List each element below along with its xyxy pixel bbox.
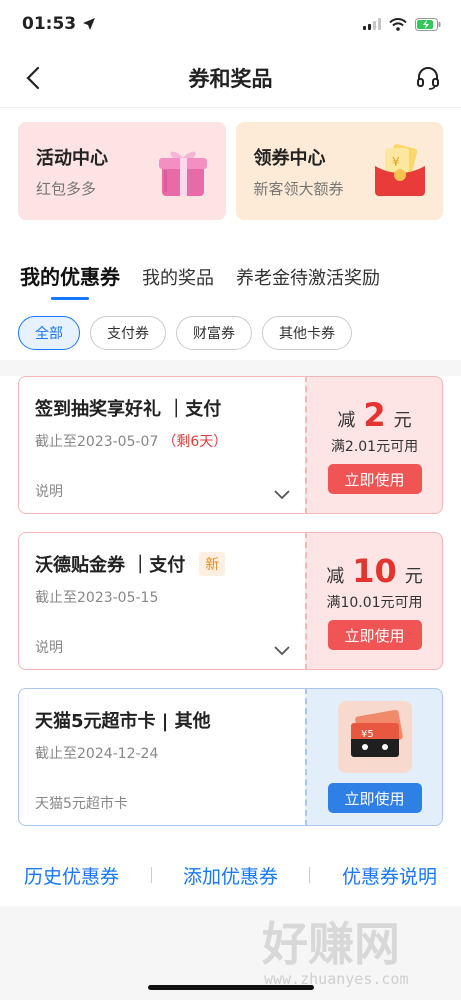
- status-bar: 01:53: [0, 0, 461, 48]
- page-title: 券和奖品: [188, 66, 273, 91]
- home-indicator: [148, 985, 314, 990]
- use-now-button[interactable]: 立即使用: [327, 464, 422, 494]
- use-now-button[interactable]: 立即使用: [327, 783, 422, 813]
- status-icons: [363, 17, 441, 31]
- coupon-expiry: 截止至2024-12-24: [35, 743, 305, 763]
- coupon-condition: 满10.01元可用: [326, 595, 423, 611]
- tab-bar: 我的优惠券 我的奖品 养老金待激活奖励: [0, 220, 461, 300]
- coupon-description-link[interactable]: 说明: [35, 637, 63, 657]
- signal-icon: [363, 18, 381, 30]
- add-coupon-link[interactable]: 添加优惠券: [183, 862, 278, 889]
- coupon-center-card[interactable]: 领券中心 新客领大额券 ¥: [235, 122, 443, 220]
- coupon-title-text: 签到抽奖享好礼 ｜支付: [35, 399, 222, 420]
- customer-service-button[interactable]: [413, 63, 443, 93]
- tab-pension-rewards[interactable]: 养老金待激活奖励: [236, 264, 380, 300]
- coupon-value-panel: 减 2 元 满2.01元可用 立即使用: [305, 376, 443, 514]
- coupon-description-link[interactable]: 说明: [35, 481, 63, 501]
- filter-wealth-coupons[interactable]: 财富券: [176, 316, 252, 350]
- history-coupons-link[interactable]: 历史优惠券: [24, 862, 119, 889]
- time-text: 01:53: [22, 14, 77, 34]
- headset-icon: [417, 66, 439, 90]
- coupon-value-panel: 减 10 元 满10.01元可用 立即使用: [305, 532, 443, 670]
- filter-payment-coupons[interactable]: 支付券: [90, 316, 166, 350]
- divider: [150, 867, 152, 883]
- amount-prefix: 减: [337, 410, 356, 431]
- coupon-info: 沃德贴金券 ｜支付 新 截止至2023-05-15 说明: [18, 532, 305, 670]
- coupon-title: 签到抽奖享好礼 ｜支付: [35, 395, 305, 421]
- coupon-card[interactable]: 沃德贴金券 ｜支付 新 截止至2023-05-15 说明 减 10 元 满10.…: [18, 532, 443, 670]
- coupon-list: 签到抽奖享好礼 ｜支付 截止至2023-05-07 （剩6天） 说明 减 2 元 …: [0, 376, 461, 906]
- coupon-title: 天猫5元超市卡 | 其他: [35, 707, 305, 733]
- coupon-date: 截止至2024-12-24: [35, 746, 159, 762]
- coupon-date: 截止至2023-05-15: [35, 590, 159, 606]
- coupon-amount: 减 10 元: [326, 552, 423, 590]
- coupon-amount: 减 2 元: [337, 396, 411, 434]
- coupon-remaining-days: （剩6天）: [162, 434, 228, 450]
- coupon-expiry: 截止至2023-05-07 （剩6天）: [35, 431, 305, 451]
- amount-unit: 元: [404, 566, 423, 587]
- amount-unit: 元: [393, 410, 412, 431]
- coupon-value-panel: ¥5 立即使用: [305, 688, 443, 826]
- new-badge: 新: [199, 552, 226, 576]
- tmall-card-icon: ¥5: [350, 709, 403, 757]
- coupon-title-text: 天猫5元超市卡 | 其他: [35, 711, 211, 732]
- amount-value: 2: [363, 396, 386, 434]
- coupon-info: 天猫5元超市卡 | 其他 截止至2024-12-24 天猫5元超市卡: [18, 688, 305, 826]
- amount-value: 10: [352, 552, 397, 590]
- back-arrow-icon: [26, 66, 40, 89]
- wifi-icon: [389, 17, 407, 31]
- coupon-info-link[interactable]: 优惠券说明: [342, 862, 437, 889]
- coupon-info: 签到抽奖享好礼 ｜支付 截止至2023-05-07 （剩6天） 说明: [18, 376, 305, 514]
- svg-text:¥: ¥: [392, 155, 400, 169]
- coupon-condition: 满2.01元可用: [330, 439, 419, 455]
- filter-other-cards[interactable]: 其他卡券: [262, 316, 352, 350]
- coupon-card[interactable]: 天猫5元超市卡 | 其他 截止至2024-12-24 天猫5元超市卡 ¥5 立即…: [18, 688, 443, 826]
- watermark-title: 好赚网: [261, 917, 400, 971]
- watermark-logo: 好赚网 www.zhuanyes.com: [261, 917, 409, 988]
- gift-box-icon: [158, 151, 207, 196]
- amount-prefix: 减: [326, 566, 345, 587]
- location-arrow-icon: [83, 18, 96, 30]
- coupon-expiry: 截止至2023-05-15: [35, 587, 305, 607]
- chevron-down-icon[interactable]: [273, 645, 291, 657]
- tab-my-prizes[interactable]: 我的奖品: [142, 264, 214, 300]
- tmall-card-image: ¥5: [337, 701, 412, 773]
- tab-my-coupons[interactable]: 我的优惠券: [20, 261, 120, 300]
- nav-bar: 券和奖品: [0, 48, 461, 108]
- coupon-card-name: 天猫5元超市卡: [35, 796, 128, 812]
- back-button[interactable]: [18, 63, 48, 93]
- use-now-button[interactable]: 立即使用: [327, 620, 422, 650]
- red-envelope-icon: ¥: [375, 144, 425, 196]
- divider: [309, 867, 311, 883]
- activity-center-card[interactable]: 活动中心 红包多多: [18, 122, 226, 220]
- card-value-label: ¥5: [361, 729, 374, 740]
- chevron-down-icon[interactable]: [273, 489, 291, 501]
- status-time: 01:53: [22, 14, 96, 34]
- battery-charging-icon: [415, 17, 441, 31]
- entry-cards: 活动中心 红包多多 领券中心 新客领大额券 ¥: [0, 108, 461, 220]
- coupon-date: 截止至2023-05-07: [35, 434, 159, 450]
- coupon-title-text: 沃德贴金券 ｜支付: [35, 555, 186, 576]
- coupon-card[interactable]: 签到抽奖享好礼 ｜支付 截止至2023-05-07 （剩6天） 说明 减 2 元 …: [18, 376, 443, 514]
- filter-all[interactable]: 全部: [18, 316, 80, 350]
- coupon-title: 沃德贴金券 ｜支付 新: [35, 551, 305, 577]
- footer-links: 历史优惠券 添加优惠券 优惠券说明: [0, 860, 461, 890]
- filter-chips: 全部 支付券 财富券 其他卡券: [0, 300, 461, 360]
